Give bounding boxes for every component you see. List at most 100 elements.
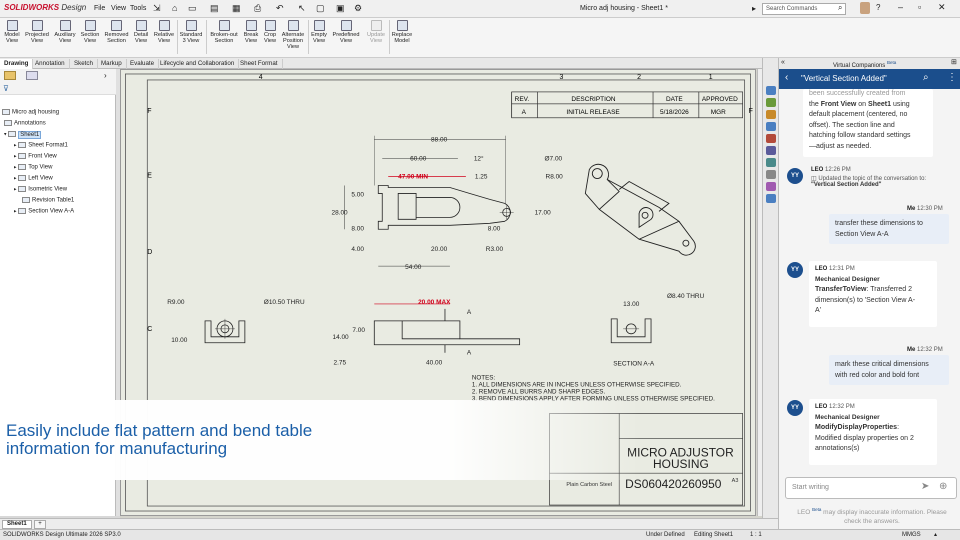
projected-view-button[interactable]: Projected View — [24, 20, 50, 58]
relative-view-button[interactable]: Relative View — [152, 20, 176, 58]
update-view-button[interactable]: Update View — [364, 20, 388, 58]
home-icon[interactable]: ⌂ — [172, 3, 177, 13]
dim-14[interactable]: 14.00 — [332, 334, 349, 341]
dim-17[interactable]: 17.00 — [535, 209, 552, 216]
custom-properties-icon[interactable] — [766, 146, 776, 155]
quick-tips-icon[interactable]: ▴ — [934, 531, 937, 538]
marketplace-icon[interactable] — [766, 194, 776, 203]
print-icon[interactable]: ⎙ — [254, 3, 261, 14]
file-props-icon[interactable]: ▣ — [336, 3, 345, 14]
section-view-button[interactable]: Section View — [79, 20, 101, 58]
pin-icon[interactable]: ⇲ — [153, 3, 161, 14]
dim-60[interactable]: 60.00 — [410, 156, 427, 163]
dim-8-right[interactable]: 8.00 — [488, 225, 501, 232]
user-avatar[interactable] — [860, 2, 870, 14]
dim-5[interactable]: 5.00 — [351, 191, 364, 198]
search-icon[interactable]: ⌕ — [923, 72, 929, 83]
crop-view-button[interactable]: Crop View — [261, 20, 279, 58]
tree-item-left-view[interactable]: ▸ Left View — [14, 175, 53, 182]
empty-view-button[interactable]: Empty View — [309, 20, 329, 58]
open-icon[interactable]: ▤ — [210, 3, 219, 14]
revision-table[interactable]: REV. DESCRIPTION DATE APPROVED A INITIAL… — [511, 91, 743, 119]
tab-drawing[interactable]: Drawing — [0, 59, 34, 69]
tab-sheet-format[interactable]: Sheet Format — [236, 59, 283, 69]
feature-manager-tab-icon[interactable] — [4, 71, 16, 80]
dim-47-min-critical[interactable]: 47.00 MIN — [398, 174, 428, 181]
tree-item-revision-table[interactable]: Revision Table1 — [22, 197, 74, 204]
tab-evaluate[interactable]: Evaluate — [126, 59, 160, 69]
model-view-button[interactable]: Model View — [2, 20, 22, 58]
tab-lifecycle[interactable]: Lifecycle and Collaboration — [156, 59, 240, 69]
solidworks-forum-icon[interactable] — [766, 158, 776, 167]
dim-dia-10-50-thru[interactable]: Ø10.50 THRU — [264, 299, 305, 306]
file-explorer-icon[interactable] — [766, 110, 776, 119]
dim-4[interactable]: 4.00 — [351, 246, 364, 253]
dim-dia-7[interactable]: Ø7.00 — [545, 156, 563, 163]
menu-file[interactable]: File — [94, 5, 105, 12]
dim-r8[interactable]: R8.00 — [546, 174, 564, 181]
search-commands-input[interactable]: Search Commands — [762, 3, 846, 15]
dim-28[interactable]: 28.00 — [331, 209, 348, 216]
save-icon[interactable]: ▦ — [232, 3, 241, 14]
detail-view-button[interactable]: Detail View — [131, 20, 151, 58]
companions-icon[interactable] — [766, 182, 776, 191]
broken-out-section-button[interactable]: Broken-out Section — [207, 20, 241, 58]
chat-input[interactable]: Start writing — [785, 477, 957, 499]
dim-20[interactable]: 20.00 — [431, 246, 448, 253]
dim-dia-8-40-thru[interactable]: Ø8.40 THRU — [667, 293, 705, 300]
standard-3-view-button[interactable]: Standard 3 View — [178, 20, 204, 58]
tree-item-section-view[interactable]: ▸ Section View A-A — [14, 208, 74, 215]
options-icon[interactable]: ⚙ — [354, 3, 362, 14]
dim-r9[interactable]: R9.00 — [167, 299, 185, 306]
tree-item-sheet-format[interactable]: ▸ Sheet Format1 — [14, 142, 68, 149]
tree-item-front-view[interactable]: ▸ Front View — [14, 153, 57, 160]
design-library-icon[interactable] — [766, 98, 776, 107]
appearances-icon[interactable] — [766, 134, 776, 143]
dim-2-75[interactable]: 2.75 — [333, 360, 346, 367]
resources-icon[interactable] — [766, 86, 776, 95]
help-dropdown-icon[interactable]: ▸ — [752, 4, 756, 13]
send-icon[interactable]: ➤ — [921, 481, 929, 492]
pin-panel-icon[interactable]: ⊞ — [951, 58, 957, 66]
tab-markup[interactable]: Markup — [97, 59, 127, 69]
dim-10[interactable]: 10.00 — [171, 337, 188, 344]
rebuild-icon[interactable]: ▢ — [316, 3, 325, 14]
tree-item-top-view[interactable]: ▸ Top View — [14, 164, 52, 171]
unit-system[interactable]: MMGS — [902, 532, 921, 538]
sheet-tab-sheet1[interactable]: Sheet1 — [2, 520, 32, 529]
back-arrow-icon[interactable]: ‹ — [785, 72, 788, 83]
dim-r3[interactable]: R3.00 — [486, 246, 504, 253]
dim-12deg[interactable]: 12° — [474, 155, 484, 163]
dim-8-left[interactable]: 8.00 — [351, 225, 364, 232]
break-view-button[interactable]: Break View — [242, 20, 260, 58]
tree-root[interactable]: Micro adj housing — [2, 109, 59, 116]
restore-icon[interactable]: ▫ — [918, 2, 921, 12]
removed-section-button[interactable]: Removed Section — [103, 20, 130, 58]
dim-20-max-critical[interactable]: 20.00 MAX — [418, 299, 451, 306]
sheet-scale[interactable]: 1 : 1 — [750, 532, 762, 538]
more-options-icon[interactable]: ⋮ — [947, 72, 957, 83]
replace-model-button[interactable]: Replace Model — [390, 20, 414, 58]
tree-item-sheet1[interactable]: ▾ Sheet1 — [4, 130, 42, 139]
search-icon[interactable]: ⌕ — [838, 3, 842, 13]
property-manager-tab-icon[interactable] — [26, 71, 38, 80]
tree-item-isometric-view[interactable]: ▸ Isometric View — [14, 186, 67, 193]
globe-icon[interactable]: ⊕ — [939, 481, 947, 492]
3dexperience-icon[interactable] — [766, 170, 776, 179]
tree-expand-icon[interactable]: › — [104, 71, 107, 80]
collapse-panel-icon[interactable]: « — [781, 59, 785, 66]
dim-1-25[interactable]: 1.25 — [475, 174, 488, 181]
auxiliary-view-button[interactable]: Auxiliary View — [52, 20, 78, 58]
filter-icon[interactable]: ⊽ — [3, 84, 9, 93]
view-palette-icon[interactable] — [766, 122, 776, 131]
app-logo[interactable]: SOLIDWORKS Design — [4, 3, 86, 12]
minimize-icon[interactable]: – — [898, 2, 903, 12]
add-sheet-icon[interactable]: + — [34, 520, 46, 529]
alternate-position-view-button[interactable]: Alternate Position View — [279, 20, 307, 58]
tree-item-annotations[interactable]: Annotations — [4, 120, 46, 127]
menu-view[interactable]: View — [111, 5, 126, 12]
dim-54[interactable]: 54.00 — [405, 264, 422, 271]
help-icon[interactable]: ? — [876, 3, 880, 12]
dim-40[interactable]: 40.00 — [426, 360, 443, 367]
undo-icon[interactable]: ↶ — [276, 3, 284, 14]
